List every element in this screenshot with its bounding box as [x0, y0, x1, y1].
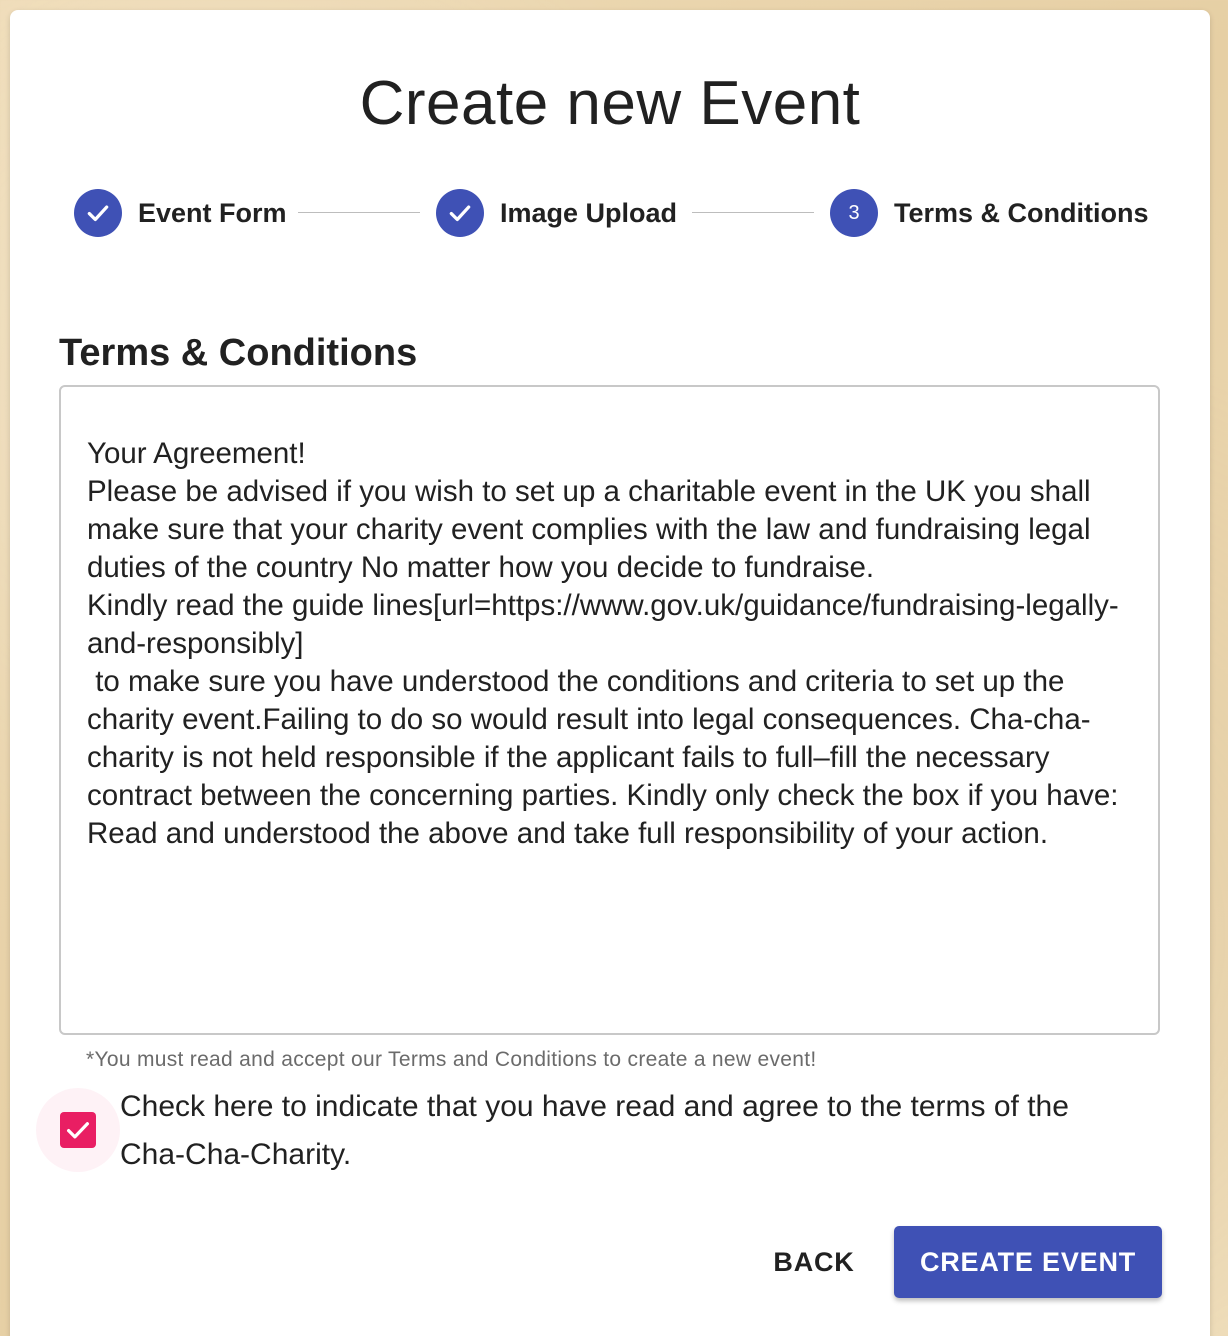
check-icon — [67, 1122, 89, 1139]
agree-checkbox-label[interactable]: Check here to indicate that you have rea… — [120, 1083, 1120, 1179]
step-3-number-indicator: 3 — [830, 189, 878, 237]
page-title: Create new Event — [359, 69, 861, 138]
stepper: Event Form Image Upload 3 Terms & Condit… — [10, 188, 1210, 238]
check-icon — [87, 205, 109, 222]
step-label: Event Form — [138, 197, 287, 228]
step-label: Terms & Conditions — [894, 197, 1149, 228]
agree-checkbox[interactable] — [60, 1112, 96, 1148]
step-connector — [298, 212, 420, 213]
step-event-form[interactable]: Event Form — [74, 188, 287, 238]
step-terms-conditions[interactable]: 3 Terms & Conditions — [830, 188, 1149, 238]
step-1-complete-indicator — [74, 189, 122, 237]
step-connector — [692, 212, 814, 213]
helper-text: *You must read and accept our Terms and … — [86, 1048, 817, 1071]
step-2-complete-indicator — [436, 189, 484, 237]
step-label: Image Upload — [500, 197, 678, 228]
check-icon — [449, 205, 471, 222]
step-image-upload[interactable]: Image Upload — [436, 188, 677, 238]
create-event-dialog: Create new Event Event Form Image Upload… — [10, 10, 1210, 1336]
section-heading: Terms & Conditions — [59, 332, 418, 374]
back-button[interactable]: BACK — [754, 1226, 874, 1298]
terms-textarea[interactable]: Your Agreement! Please be advised if you… — [59, 385, 1160, 1035]
create-event-button[interactable]: CREATE EVENT — [894, 1226, 1162, 1298]
